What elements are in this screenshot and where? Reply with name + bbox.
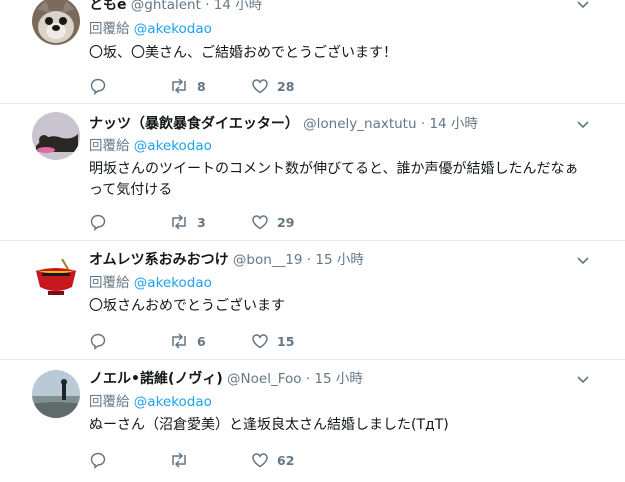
reply-mention-link[interactable]: @akekodao bbox=[134, 394, 212, 410]
reply-prefix: 回覆給 bbox=[89, 394, 130, 410]
action-bar: 3 29 bbox=[89, 212, 389, 232]
reply-context: 回覆給 @akekodao bbox=[89, 393, 212, 411]
caret-down-icon[interactable] bbox=[576, 120, 590, 130]
display-name[interactable]: ナッツ（暴飲暴食ダイエッター） bbox=[89, 116, 299, 132]
action-bar: 8 28 bbox=[89, 76, 389, 96]
reply-mention-link[interactable]: @akekodao bbox=[134, 21, 212, 37]
separator-dot: · bbox=[420, 116, 426, 132]
timestamp[interactable]: 14 小時 bbox=[429, 116, 477, 132]
reply-context: 回覆給 @akekodao bbox=[89, 274, 212, 292]
retweet-count: 6 bbox=[197, 333, 206, 349]
avatar-beach-image bbox=[32, 370, 80, 418]
retweet-count: 3 bbox=[197, 214, 206, 230]
retweet-button[interactable] bbox=[169, 450, 197, 470]
timestamp[interactable]: 14 小時 bbox=[214, 0, 262, 13]
display-name[interactable]: ノエル•諾維(ノヴィ) bbox=[89, 371, 223, 387]
avatar[interactable] bbox=[32, 370, 80, 418]
tweet-text: 明坂さんのツイートのコメント数が伸びてると、誰か声優が結婚したんだなぁって気付け… bbox=[89, 161, 579, 198]
caret-down-icon[interactable] bbox=[576, 375, 590, 385]
caret-down-icon[interactable] bbox=[576, 256, 590, 266]
like-count: 62 bbox=[277, 452, 295, 468]
reply-context: 回覆給 @akekodao bbox=[89, 137, 212, 155]
avatar-dog-image bbox=[32, 0, 80, 45]
like-count: 28 bbox=[277, 78, 295, 94]
caret-down-icon[interactable] bbox=[576, 0, 590, 10]
reply-button[interactable] bbox=[89, 331, 115, 351]
like-count: 15 bbox=[277, 333, 295, 349]
reply-prefix: 回覆給 bbox=[89, 21, 130, 37]
user-handle[interactable]: @Noel_Foo bbox=[227, 371, 301, 387]
retweet-count: 8 bbox=[197, 78, 206, 94]
tweet-header: ナッツ（暴飲暴食ダイエッター） @lonely_naxtutu · 14 小時 bbox=[89, 115, 478, 133]
timestamp[interactable]: 15 小時 bbox=[314, 371, 362, 387]
like-icon bbox=[252, 215, 268, 230]
user-handle[interactable]: @bon__19 bbox=[233, 252, 303, 268]
like-icon bbox=[252, 453, 268, 468]
like-icon bbox=[252, 79, 268, 94]
separator-dot: · bbox=[306, 252, 312, 268]
like-button[interactable]: 15 bbox=[251, 331, 294, 351]
retweet-icon bbox=[172, 333, 186, 349]
tweet-text: 〇坂さんおめでとうございます bbox=[89, 298, 285, 314]
retweet-button[interactable]: 3 bbox=[169, 212, 206, 232]
separator-dot: · bbox=[205, 0, 210, 13]
avatar[interactable] bbox=[32, 251, 80, 299]
avatar[interactable] bbox=[32, 112, 80, 160]
like-button[interactable]: 29 bbox=[251, 212, 294, 232]
retweet-button[interactable]: 6 bbox=[169, 331, 206, 351]
tweet-1[interactable]: ともe @ghtalent · 14 小時 回覆給 @akekodao 〇坂、〇… bbox=[0, 0, 625, 104]
separator-dot: · bbox=[305, 371, 311, 387]
action-bar: 6 15 bbox=[89, 331, 389, 351]
like-count: 29 bbox=[277, 214, 295, 230]
reply-context: 回覆給 @akekodao bbox=[89, 20, 212, 38]
reply-mention-link[interactable]: @akekodao bbox=[134, 275, 212, 291]
like-button[interactable]: 62 bbox=[251, 450, 294, 470]
tweet-header: オムレツ系おみおつけ @bon__19 · 15 小時 bbox=[89, 251, 364, 269]
display-name[interactable]: オムレツ系おみおつけ bbox=[89, 252, 229, 268]
like-button[interactable]: 28 bbox=[251, 76, 294, 96]
reply-icon bbox=[90, 78, 106, 95]
retweet-icon bbox=[172, 452, 186, 468]
avatar-bowl-image bbox=[32, 251, 80, 299]
reply-icon bbox=[90, 333, 106, 350]
reply-button[interactable] bbox=[89, 76, 115, 96]
retweet-icon bbox=[172, 78, 186, 94]
retweet-icon bbox=[172, 214, 186, 230]
avatar[interactable] bbox=[32, 0, 80, 45]
reply-button[interactable] bbox=[89, 450, 115, 470]
timestamp[interactable]: 15 小時 bbox=[315, 252, 363, 268]
tweet-3[interactable]: オムレツ系おみおつけ @bon__19 · 15 小時 回覆給 @akekoda… bbox=[0, 241, 625, 360]
tweet-4[interactable]: ノエル•諾維(ノヴィ) @Noel_Foo · 15 小時 回覆給 @akeko… bbox=[0, 360, 625, 482]
reply-prefix: 回覆給 bbox=[89, 275, 130, 291]
reply-icon bbox=[90, 214, 106, 231]
tweet-header: ともe @ghtalent · 14 小時 bbox=[89, 0, 262, 14]
tweet-2[interactable]: ナッツ（暴飲暴食ダイエッター） @lonely_naxtutu · 14 小時 … bbox=[0, 104, 625, 241]
user-handle[interactable]: @ghtalent bbox=[131, 0, 201, 13]
reply-button[interactable] bbox=[89, 212, 115, 232]
reply-mention-link[interactable]: @akekodao bbox=[134, 138, 212, 154]
tweet-text: ぬーさん（沼倉愛美）と逢坂良太さん結婚しました(TдT) bbox=[89, 417, 449, 433]
action-bar: 62 bbox=[89, 450, 389, 470]
tweet-text: 〇坂、〇美さん、ご結婚おめでとうございます！ bbox=[89, 45, 397, 61]
user-handle[interactable]: @lonely_naxtutu bbox=[303, 116, 416, 132]
display-name[interactable]: ともe bbox=[89, 0, 127, 13]
tweet-header: ノエル•諾維(ノヴィ) @Noel_Foo · 15 小時 bbox=[89, 370, 363, 388]
avatar-cat-image bbox=[32, 112, 80, 160]
reply-prefix: 回覆給 bbox=[89, 138, 130, 154]
like-icon bbox=[252, 334, 268, 349]
reply-icon bbox=[90, 452, 106, 469]
retweet-button[interactable]: 8 bbox=[169, 76, 206, 96]
